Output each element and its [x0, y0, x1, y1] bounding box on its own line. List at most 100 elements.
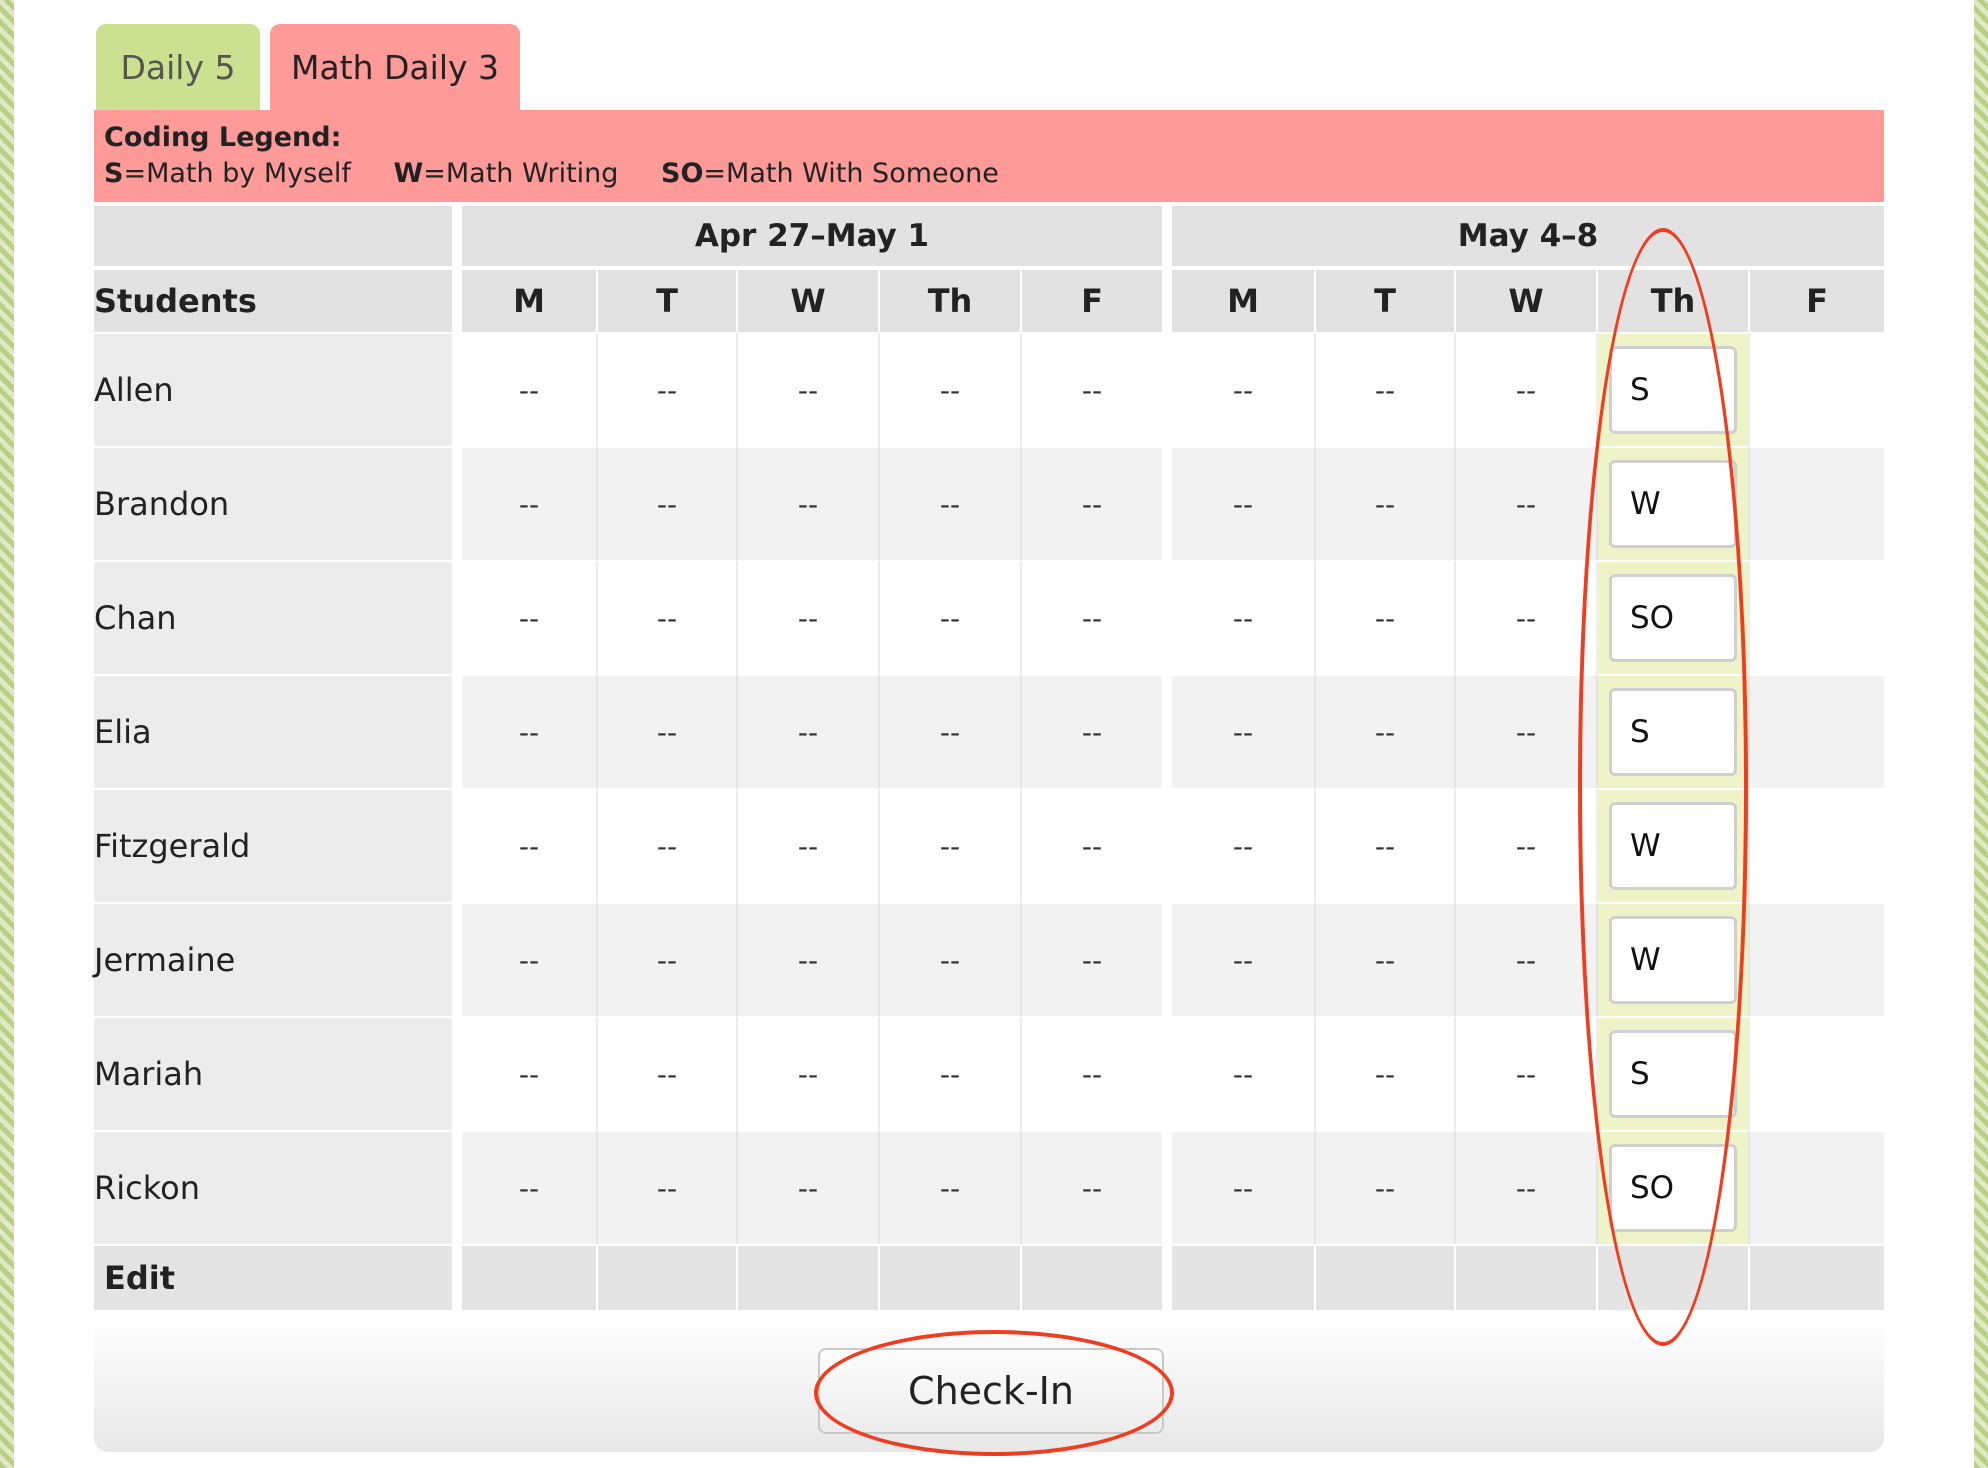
students-header: Students	[94, 266, 452, 332]
code-cell: --	[452, 1016, 596, 1130]
code-cell: --	[1314, 1130, 1454, 1244]
edit-cell[interactable]	[1162, 1244, 1314, 1310]
code-cell: --	[452, 902, 596, 1016]
tab-math-daily-3[interactable]: Math Daily 3	[270, 24, 520, 110]
legend-items: S=Math by Myself W=Math Writing SO=Math …	[104, 156, 1874, 192]
code-cell: --	[1162, 560, 1314, 674]
empty-cell	[1748, 1016, 1884, 1130]
empty-cell	[1748, 1130, 1884, 1244]
code-cell: --	[736, 446, 878, 560]
edit-cell[interactable]	[736, 1244, 878, 1310]
student-name: Fitzgerald	[94, 788, 452, 902]
code-cell: --	[1020, 1016, 1162, 1130]
code-cell: --	[878, 902, 1020, 1016]
legend-item-so: SO=Math With Someone	[661, 158, 999, 189]
day-header: T	[1314, 266, 1454, 332]
code-cell: --	[1020, 446, 1162, 560]
tab-daily-5[interactable]: Daily 5	[96, 24, 260, 110]
code-cell: --	[736, 902, 878, 1016]
left-border-stripe	[0, 0, 14, 1468]
code-cell: --	[452, 674, 596, 788]
code-cell: --	[452, 446, 596, 560]
empty-cell	[1748, 560, 1884, 674]
empty-cell	[1748, 332, 1884, 446]
code-cell: --	[596, 446, 736, 560]
code-cell: --	[1162, 332, 1314, 446]
edit-cell[interactable]	[1454, 1244, 1596, 1310]
edit-label: Edit	[94, 1244, 452, 1310]
code-cell: --	[736, 1016, 878, 1130]
code-cell: --	[596, 332, 736, 446]
code-cell: --	[736, 1130, 878, 1244]
code-cell: --	[596, 1016, 736, 1130]
edit-cell[interactable]	[1314, 1244, 1454, 1310]
code-cell: --	[736, 560, 878, 674]
student-name: Allen	[94, 332, 452, 446]
empty-cell	[1748, 902, 1884, 1016]
legend-item-s: S=Math by Myself	[104, 158, 351, 189]
week-header-2: May 4–8	[1162, 202, 1884, 266]
day-header: M	[452, 266, 596, 332]
code-cell: --	[736, 788, 878, 902]
code-cell: --	[1020, 788, 1162, 902]
code-cell: --	[452, 560, 596, 674]
day-header: M	[1162, 266, 1314, 332]
code-cell: --	[1454, 446, 1596, 560]
student-name: Jermaine	[94, 902, 452, 1016]
code-cell: --	[878, 788, 1020, 902]
code-cell: --	[1020, 902, 1162, 1016]
code-cell: --	[596, 1130, 736, 1244]
code-cell: --	[1020, 560, 1162, 674]
code-cell: --	[1162, 446, 1314, 560]
edit-cell[interactable]	[878, 1244, 1020, 1310]
code-cell: --	[878, 1016, 1020, 1130]
code-cell: --	[1454, 788, 1596, 902]
code-cell: --	[1454, 902, 1596, 1016]
code-cell: --	[452, 332, 596, 446]
annotation-oval-thursday-column	[1578, 228, 1748, 1346]
code-cell: --	[1314, 1016, 1454, 1130]
code-cell: --	[452, 788, 596, 902]
header-blank	[94, 202, 452, 266]
edit-cell[interactable]	[596, 1244, 736, 1310]
code-cell: --	[1020, 1130, 1162, 1244]
day-header: T	[596, 266, 736, 332]
code-cell: --	[1162, 1130, 1314, 1244]
code-cell: --	[1314, 788, 1454, 902]
legend-item-w: W=Math Writing	[393, 158, 619, 189]
code-cell: --	[1314, 332, 1454, 446]
code-cell: --	[878, 560, 1020, 674]
student-name: Brandon	[94, 446, 452, 560]
legend-title: Coding Legend:	[104, 122, 342, 153]
code-cell: --	[596, 788, 736, 902]
code-cell: --	[596, 674, 736, 788]
tab-bar: Daily 5 Math Daily 3	[94, 24, 1884, 110]
edit-cell[interactable]	[1748, 1244, 1884, 1310]
empty-cell	[1748, 788, 1884, 902]
student-name: Mariah	[94, 1016, 452, 1130]
right-border-stripe	[1974, 0, 1988, 1468]
code-cell: --	[1314, 560, 1454, 674]
coding-legend: Coding Legend: S=Math by Myself W=Math W…	[94, 110, 1884, 202]
day-header: W	[1454, 266, 1596, 332]
code-cell: --	[1162, 902, 1314, 1016]
code-cell: --	[1162, 1016, 1314, 1130]
code-cell: --	[1314, 674, 1454, 788]
edit-cell[interactable]	[452, 1244, 596, 1310]
code-cell: --	[1454, 560, 1596, 674]
code-cell: --	[1162, 788, 1314, 902]
empty-cell	[1748, 674, 1884, 788]
code-cell: --	[596, 560, 736, 674]
code-cell: --	[1162, 674, 1314, 788]
student-name: Elia	[94, 674, 452, 788]
day-header: W	[736, 266, 878, 332]
code-cell: --	[1454, 674, 1596, 788]
edit-cell[interactable]	[1020, 1244, 1162, 1310]
code-cell: --	[452, 1130, 596, 1244]
code-cell: --	[878, 1130, 1020, 1244]
code-cell: --	[878, 446, 1020, 560]
code-cell: --	[1314, 446, 1454, 560]
annotation-oval-check-in	[814, 1330, 1174, 1456]
code-cell: --	[1020, 674, 1162, 788]
code-cell: --	[736, 674, 878, 788]
